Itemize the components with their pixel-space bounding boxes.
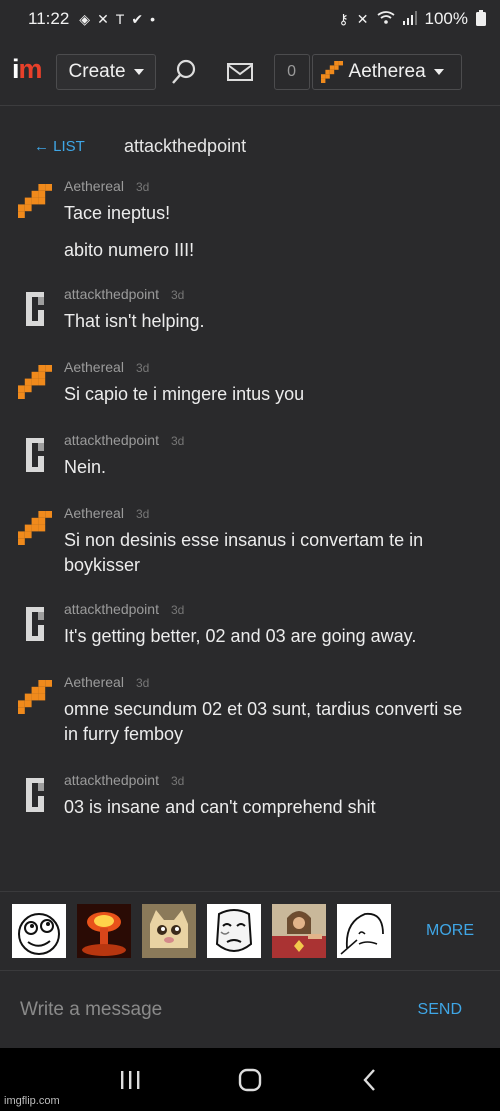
message-username[interactable]: attackthedpoint <box>64 286 159 302</box>
user-avatar[interactable] <box>18 607 52 641</box>
create-button[interactable]: Create <box>55 53 156 90</box>
notification-icons: ◈ ✕ T ✔ • <box>79 11 155 28</box>
back-icon <box>363 1068 375 1091</box>
search-button[interactable] <box>156 52 212 92</box>
home-icon <box>238 1068 262 1091</box>
message-item: attackthedpoint 3d That isn't helping. <box>0 286 500 334</box>
meme-thumbnail-derp-face[interactable] <box>12 904 66 958</box>
message-input[interactable] <box>20 999 380 1021</box>
message-item: attackthedpoint 3d Nein. <box>0 432 500 480</box>
message-text: Si capio te i mingere intus you <box>64 384 305 404</box>
message-item: Aethereal 3d Tace ineptus! abito numero III… <box>0 178 500 263</box>
meme-thumbnail-wojak-sketch[interactable] <box>337 904 391 958</box>
signal-icon <box>402 10 417 28</box>
more-memes-button[interactable]: MORE <box>426 922 474 940</box>
home-button[interactable] <box>230 1060 270 1100</box>
back-to-list-link[interactable]: ← LIST <box>34 138 124 155</box>
user-avatar[interactable] <box>18 438 52 472</box>
message-composer: SEND <box>0 972 500 1048</box>
meme-picker: MORE <box>0 891 500 971</box>
battery-icon <box>476 9 486 29</box>
battery-level: 100% <box>424 9 468 28</box>
android-nav-bar: imgflip.com <box>0 1048 500 1111</box>
message-timestamp: 3d <box>135 507 150 521</box>
message-item: attackthedpoint 3d 03 is insane and can't … <box>0 772 500 820</box>
key-icon: ⚷ <box>338 10 349 27</box>
status-bar: 11:22 ◈ ✕ T ✔ • ⚷ ✕ 100% <box>0 0 500 38</box>
thread-header: ← LIST attackthedpoint <box>0 128 500 164</box>
recents-icon <box>121 1070 140 1089</box>
create-label: Create <box>68 60 126 82</box>
message-username[interactable]: attackthedpoint <box>64 601 159 617</box>
wifi-icon <box>376 10 395 28</box>
search-icon <box>171 59 195 84</box>
user-menu-button[interactable]: Aetherea <box>311 53 462 90</box>
message-item: Aethereal 3d omne secundum 02 et 03 sunt, … <box>0 674 500 747</box>
user-avatar[interactable] <box>18 184 52 218</box>
message-item: Aethereal 3d Si capio te i mingere intus y… <box>0 359 500 407</box>
user-avatar[interactable] <box>18 778 52 812</box>
message-timestamp: 3d <box>135 676 150 690</box>
meme-thumbnail-buddy-christ[interactable] <box>272 904 326 958</box>
message-text: omne secundum 02 et 03 sunt, tardius con… <box>64 699 463 744</box>
message-timestamp: 3d <box>170 774 185 788</box>
dot-icon: • <box>150 11 155 27</box>
notification-count[interactable]: 0 <box>273 53 310 90</box>
top-nav: im Create 0 Aetherea <box>0 38 500 106</box>
shield-icon: ◈ <box>79 10 91 27</box>
chevron-down-icon <box>133 68 144 75</box>
user-avatar-icon <box>320 60 343 83</box>
message-item: Aethereal 3d Si non desinis esse insanus i… <box>0 505 500 578</box>
thread-title[interactable]: attackthedpoint <box>124 136 246 157</box>
message-list: Aethereal 3d Tace ineptus! abito numero III… <box>0 178 500 820</box>
meme-thumbnail-nuclear-explosion[interactable] <box>77 904 131 958</box>
back-button[interactable] <box>350 1060 390 1100</box>
meme-thumbnail-crying-cat[interactable] <box>142 904 196 958</box>
message-text: Si non desinis esse insanus i convertam … <box>64 530 424 575</box>
message-username[interactable]: attackthedpoint <box>64 772 159 788</box>
message-item: attackthedpoint 3d It's getting better, 02… <box>0 601 500 649</box>
check-icon: ✔ <box>131 10 144 27</box>
mute-icon: ✕ <box>356 10 369 27</box>
carrier-icon: T <box>115 11 125 27</box>
message-username[interactable]: Aethereal <box>64 674 124 690</box>
send-button[interactable]: SEND <box>418 1001 462 1019</box>
message-text: That isn't helping. <box>64 311 205 331</box>
message-text: Nein. <box>64 457 107 477</box>
watermark: imgflip.com <box>4 1095 60 1107</box>
user-avatar[interactable] <box>18 292 52 326</box>
clock: 11:22 <box>28 9 70 28</box>
user-avatar[interactable] <box>18 680 52 714</box>
messages-button[interactable] <box>212 52 268 92</box>
message-username[interactable]: Aethereal <box>64 178 124 194</box>
message-timestamp: 3d <box>170 603 185 617</box>
message-timestamp: 3d <box>135 180 150 194</box>
message-timestamp: 3d <box>170 434 185 448</box>
user-avatar[interactable] <box>18 365 52 399</box>
app-icon: ✕ <box>97 10 109 27</box>
meme-thumbnail-okay-face[interactable] <box>207 904 261 958</box>
message-timestamp: 3d <box>170 288 185 302</box>
imgflip-logo[interactable]: im <box>12 54 43 85</box>
message-text: It's getting better, 02 and 03 are going… <box>64 626 417 646</box>
mail-icon <box>226 62 253 81</box>
chevron-down-icon <box>433 68 444 75</box>
recent-apps-button[interactable] <box>110 1060 150 1100</box>
message-timestamp: 3d <box>135 361 150 375</box>
message-username[interactable]: Aethereal <box>64 359 124 375</box>
message-text: Tace ineptus! <box>64 203 171 223</box>
message-text: abito numero III! <box>64 240 195 260</box>
message-username[interactable]: Aethereal <box>64 505 124 521</box>
username-label: Aetherea <box>348 60 426 82</box>
message-text: 03 is insane and can't comprehend shit <box>64 797 376 817</box>
message-username[interactable]: attackthedpoint <box>64 432 159 448</box>
user-avatar[interactable] <box>18 511 52 545</box>
